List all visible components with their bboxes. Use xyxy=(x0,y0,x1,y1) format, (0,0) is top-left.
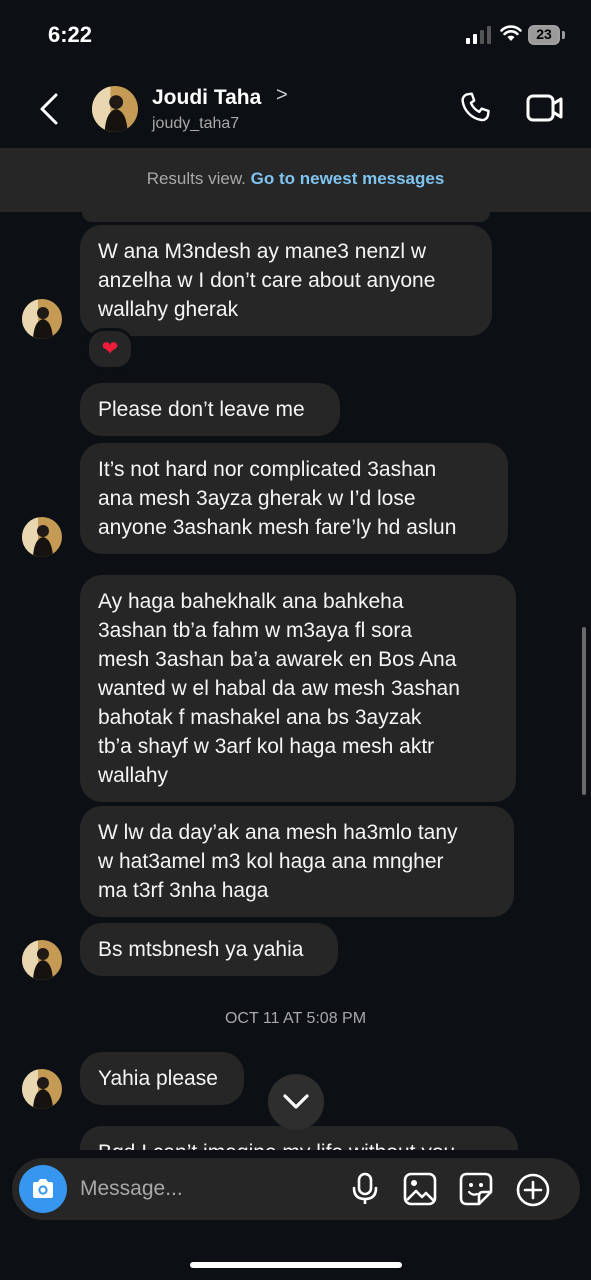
heart-reaction-icon[interactable]: ❤ xyxy=(86,328,134,370)
message-bubble[interactable]: Ay haga bahekhalk ana bahkeha 3ashan tb’… xyxy=(80,575,516,802)
message-bubble[interactable]: W ana M3ndesh ay mane3 nenzl w anzelha w… xyxy=(80,225,492,336)
message-input[interactable] xyxy=(80,1174,340,1204)
go-to-newest-link[interactable]: Go to newest messages xyxy=(251,169,445,188)
battery-icon: 23 xyxy=(528,25,560,45)
scrollbar[interactable] xyxy=(582,627,586,795)
previous-message-edge xyxy=(82,212,490,222)
phone-icon[interactable] xyxy=(458,90,494,131)
message-bubble[interactable]: It’s not hard nor complicated 3ashan ana… xyxy=(80,443,508,554)
chevron-down-icon xyxy=(283,1094,309,1109)
message-timestamp: OCT 11 AT 5:08 PM xyxy=(224,1010,367,1027)
contact-avatar[interactable] xyxy=(92,86,138,132)
home-indicator[interactable] xyxy=(190,1262,402,1268)
scroll-down-button[interactable] xyxy=(268,1074,324,1130)
wifi-icon xyxy=(500,24,522,47)
sender-avatar[interactable] xyxy=(22,299,62,339)
chevron-right-icon[interactable]: > xyxy=(276,84,288,107)
sender-avatar[interactable] xyxy=(22,1069,62,1109)
message-bubble[interactable]: Please don’t leave me xyxy=(80,383,340,436)
results-banner: Results view. Go to newest messages xyxy=(0,148,591,212)
battery-tip xyxy=(562,31,565,39)
cellular-signal-icon xyxy=(466,26,492,44)
camera-icon xyxy=(33,1179,53,1198)
message-bubble[interactable]: Bs mtsbnesh ya yahia xyxy=(80,923,338,976)
results-label: Results view. xyxy=(146,169,246,188)
status-time: 6:22 xyxy=(48,22,93,47)
battery-level: 23 xyxy=(536,26,552,42)
message-bubble[interactable]: W lw da day’ak ana mesh ha3mlo tany w ha… xyxy=(80,806,514,917)
video-icon[interactable] xyxy=(526,92,564,129)
add-icon[interactable] xyxy=(515,1172,551,1213)
sender-avatar[interactable] xyxy=(22,517,62,557)
microphone-icon[interactable] xyxy=(350,1172,380,1211)
contact-username[interactable]: joudy_taha7 xyxy=(152,115,239,133)
gallery-icon[interactable] xyxy=(403,1172,437,1211)
back-icon[interactable] xyxy=(36,92,64,131)
camera-button[interactable] xyxy=(19,1165,67,1213)
sender-avatar[interactable] xyxy=(22,940,62,980)
message-bubble[interactable]: Yahia please xyxy=(80,1052,244,1105)
sticker-icon[interactable] xyxy=(459,1172,493,1211)
contact-name[interactable]: Joudi Taha xyxy=(152,86,261,110)
